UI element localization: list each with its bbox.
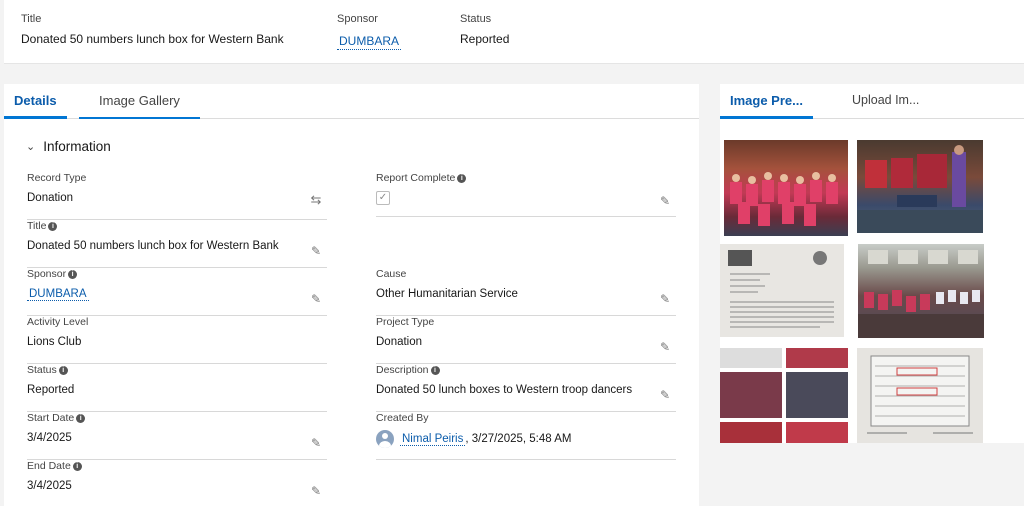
field-end-date: End Date i 3/4/2025 ✎ xyxy=(27,460,327,506)
collage-photo-image[interactable] xyxy=(720,348,848,443)
field-start-date: Start Date i 3/4/2025 ✎ xyxy=(27,412,327,460)
title-label: Title xyxy=(27,220,47,232)
info-icon[interactable]: i xyxy=(68,269,78,279)
user-avatar-icon xyxy=(376,430,394,448)
info-icon[interactable]: i xyxy=(58,365,68,375)
report-complete-checkbox[interactable]: ✓ xyxy=(376,191,390,205)
info-icon[interactable]: i xyxy=(76,413,86,423)
image-tabbar: Image Pre... Upload Im... xyxy=(720,84,1024,119)
details-tabbar: Details Image Gallery xyxy=(4,84,699,119)
image-gallery-grid xyxy=(720,120,1024,443)
created-by-label: Created By xyxy=(376,412,429,424)
sponsor-label: Sponsor xyxy=(27,268,67,280)
field-description: Description i Donated 50 lunch boxes to W… xyxy=(376,364,676,412)
activity-level-value: Lions Club xyxy=(27,336,82,348)
image-preview-card: Image Pre... Upload Im... xyxy=(720,84,1024,443)
edit-pencil-icon[interactable]: ✎ xyxy=(658,340,672,354)
form-photo-image[interactable] xyxy=(857,348,983,443)
created-by-user-link[interactable]: Nimal Peiris xyxy=(400,433,466,447)
details-card: Details Image Gallery ⌄ Information Reco… xyxy=(4,84,699,506)
highlight-title-value: Donated 50 numbers lunch box for Western… xyxy=(21,32,284,46)
section-title: Information xyxy=(43,139,111,154)
field-label: Description i xyxy=(376,364,440,376)
highlight-sponsor: Sponsor DUMBARA xyxy=(337,13,402,50)
end-date-value: 3/4/2025 xyxy=(27,480,72,492)
field-label: Activity Level xyxy=(27,316,88,328)
field-cause: Cause Other Humanitarian Service ✎ xyxy=(376,268,676,316)
field-label: Created By xyxy=(376,412,429,424)
project-type-value: Donation xyxy=(376,336,423,348)
edit-pencil-icon[interactable]: ✎ xyxy=(309,484,323,498)
edit-pencil-icon[interactable]: ✎ xyxy=(309,436,323,450)
field-report-complete: Report Complete i ✓ ✎ xyxy=(376,172,676,217)
end-date-label: End Date xyxy=(27,460,71,472)
title-value: Donated 50 numbers lunch box for Western… xyxy=(27,240,279,252)
field-status: Status i Reported xyxy=(27,364,327,412)
field-label: Report Complete i xyxy=(376,172,467,184)
field-label: Start Date i xyxy=(27,412,86,424)
tab-upload-images[interactable]: Upload Im... xyxy=(842,84,929,119)
activity-level-label: Activity Level xyxy=(27,316,89,328)
field-sponsor: Sponsor i DUMBARA ✎ xyxy=(27,268,327,316)
info-icon[interactable]: i xyxy=(430,365,440,375)
speaker-photo-image[interactable] xyxy=(857,140,983,233)
field-title: Title i Donated 50 numbers lunch box for … xyxy=(27,220,327,268)
start-date-label: Start Date xyxy=(27,412,75,424)
project-type-label: Project Type xyxy=(376,316,435,328)
record-type-label: Record Type xyxy=(27,172,87,184)
highlight-sponsor-link[interactable]: DUMBARA xyxy=(337,34,402,50)
description-label: Description xyxy=(376,364,429,376)
edit-pencil-icon[interactable]: ✎ xyxy=(309,244,323,258)
tab-image-gallery[interactable]: Image Gallery xyxy=(79,84,200,119)
highlight-sponsor-label: Sponsor xyxy=(337,13,378,25)
record-highlights: Title Donated 50 numbers lunch box for W… xyxy=(4,0,1024,64)
field-project-type: Project Type Donation ✎ xyxy=(376,316,676,364)
field-activity-level: Activity Level Lions Club xyxy=(27,316,327,364)
highlight-status-label: Status xyxy=(460,13,492,25)
information-section-toggle[interactable]: ⌄ Information xyxy=(26,139,111,154)
field-label: Cause xyxy=(376,268,406,280)
field-record-type: Record Type Donation ⇆ xyxy=(27,172,327,220)
report-complete-label: Report Complete xyxy=(376,172,456,184)
sponsor-link[interactable]: DUMBARA xyxy=(27,288,89,301)
start-date-value: 3/4/2025 xyxy=(27,432,72,444)
edit-pencil-icon[interactable]: ✎ xyxy=(658,194,672,208)
change-record-type-icon[interactable]: ⇆ xyxy=(309,193,323,207)
highlight-status: Status Reported xyxy=(460,13,509,46)
field-label: Sponsor i xyxy=(27,268,78,280)
info-icon[interactable]: i xyxy=(48,221,58,231)
chevron-down-icon: ⌄ xyxy=(26,141,36,153)
highlight-status-value: Reported xyxy=(460,32,510,46)
tab-details[interactable]: Details xyxy=(4,84,67,119)
created-by-timestamp: , 3/27/2025, 5:48 AM xyxy=(465,433,572,446)
record-type-value: Donation xyxy=(27,192,74,204)
edit-pencil-icon[interactable]: ✎ xyxy=(309,292,323,306)
status-label: Status xyxy=(27,364,57,376)
field-created-by: Created By Nimal Peiris, 3/27/2025, 5:48… xyxy=(376,412,676,460)
created-by-value: Nimal Peiris, 3/27/2025, 5:48 AM xyxy=(376,430,571,448)
group-photo-image[interactable] xyxy=(724,140,848,236)
cause-value: Other Humanitarian Service xyxy=(376,288,518,300)
description-value: Donated 50 lunch boxes to Western troop … xyxy=(376,384,633,396)
cause-label: Cause xyxy=(376,268,407,280)
field-label: End Date i xyxy=(27,460,82,472)
highlight-title-label: Title xyxy=(21,13,42,25)
edit-pencil-icon[interactable]: ✎ xyxy=(658,388,672,402)
field-label: Project Type xyxy=(376,316,434,328)
info-icon[interactable]: i xyxy=(72,461,82,471)
audience-photo-image[interactable] xyxy=(858,244,984,338)
document-photo-image[interactable] xyxy=(720,244,844,337)
field-label: Status i xyxy=(27,364,68,376)
status-value: Reported xyxy=(27,384,75,396)
info-icon[interactable]: i xyxy=(457,173,467,183)
highlight-title: Title Donated 50 numbers lunch box for W… xyxy=(21,13,284,46)
field-label: Record Type xyxy=(27,172,86,184)
tab-image-preview[interactable]: Image Pre... xyxy=(720,84,813,119)
edit-pencil-icon[interactable]: ✎ xyxy=(658,292,672,306)
field-label: Title i xyxy=(27,220,58,232)
